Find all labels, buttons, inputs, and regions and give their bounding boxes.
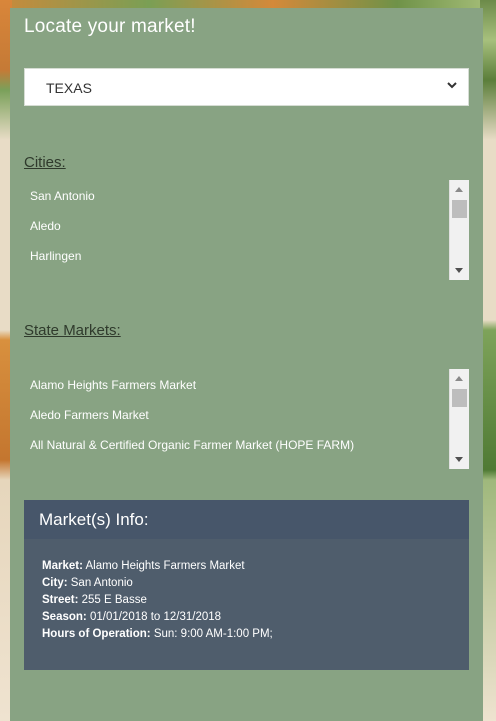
state-markets-scrollbar[interactable] xyxy=(449,369,469,469)
market-option[interactable]: Alamo Heights Farmers Market xyxy=(30,378,196,392)
market-info-header: Market(s) Info: xyxy=(24,500,469,539)
cities-scrollbar[interactable] xyxy=(449,180,469,280)
scroll-up-arrow-icon[interactable] xyxy=(455,376,463,381)
scroll-down-arrow-icon[interactable] xyxy=(455,268,463,273)
market-hours-label: Hours of Operation: xyxy=(42,628,151,640)
state-select[interactable]: TEXAS xyxy=(24,68,469,106)
market-hours-value: Sun: 9:00 AM-1:00 PM; xyxy=(153,628,273,640)
market-info-card: Market(s) Info: Market: Alamo Heights Fa… xyxy=(24,500,469,670)
market-street-label: Street: xyxy=(42,594,79,606)
market-info-details: Market: Alamo Heights Farmers Market Cit… xyxy=(42,558,273,643)
market-city-row: City: San Antonio xyxy=(42,575,273,592)
market-street-row: Street: 255 E Basse xyxy=(42,592,273,609)
state-markets-label: State Markets: xyxy=(24,322,121,339)
market-name-label: Market: xyxy=(42,560,83,572)
market-season-label: Season: xyxy=(42,611,87,623)
market-street-value: 255 E Basse xyxy=(81,594,147,606)
market-season-value: 01/01/2018 to 12/31/2018 xyxy=(89,611,222,623)
scrollbar-thumb[interactable] xyxy=(452,200,467,218)
market-season-row: Season: 01/01/2018 to 12/31/2018 xyxy=(42,609,273,626)
market-hours-row: Hours of Operation: Sun: 9:00 AM-1:00 PM… xyxy=(42,626,273,643)
scroll-down-arrow-icon[interactable] xyxy=(455,457,463,462)
cities-listbox[interactable]: San Antonio Aledo Harlingen xyxy=(24,180,469,280)
scrollbar-thumb[interactable] xyxy=(452,389,467,407)
city-option[interactable]: San Antonio xyxy=(30,189,95,203)
cities-label: Cities: xyxy=(24,154,66,171)
background-produce-top xyxy=(0,0,496,8)
market-name-row: Market: Alamo Heights Farmers Market xyxy=(42,558,273,575)
state-select-value: TEXAS xyxy=(46,80,92,96)
chevron-down-icon xyxy=(447,82,457,89)
market-option[interactable]: All Natural & Certified Organic Farmer M… xyxy=(30,438,354,452)
market-name-value: Alamo Heights Farmers Market xyxy=(85,560,245,572)
page-title: Locate your market! xyxy=(24,16,196,37)
market-info-title: Market(s) Info: xyxy=(39,510,149,529)
market-city-label: City: xyxy=(42,577,68,589)
city-option[interactable]: Harlingen xyxy=(30,249,81,263)
market-city-value: San Antonio xyxy=(70,577,133,589)
market-option[interactable]: Aledo Farmers Market xyxy=(30,408,149,422)
state-markets-listbox[interactable]: Alamo Heights Farmers Market Aledo Farme… xyxy=(24,369,469,469)
city-option[interactable]: Aledo xyxy=(30,219,61,233)
scroll-up-arrow-icon[interactable] xyxy=(455,187,463,192)
